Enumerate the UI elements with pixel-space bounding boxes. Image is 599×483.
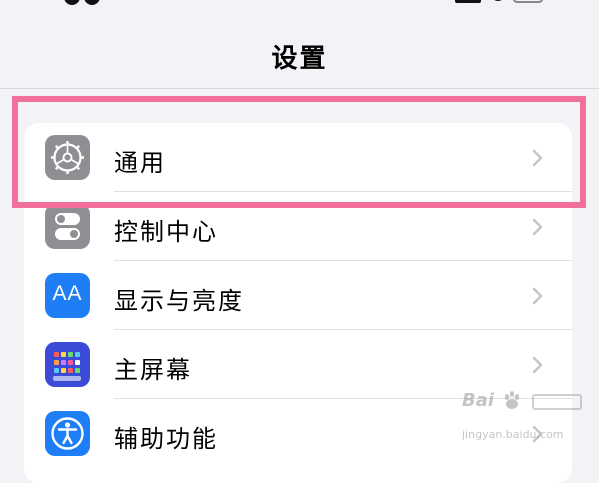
text-size-icon: AA bbox=[45, 273, 90, 318]
paw-logo-icon bbox=[504, 391, 520, 409]
signal-icon bbox=[455, 0, 481, 3]
chevron-right-icon bbox=[532, 218, 543, 236]
settings-row-label: 显示与亮度 bbox=[114, 287, 244, 315]
chevron-right-icon bbox=[532, 356, 543, 374]
watermark-brand: Bai bbox=[462, 390, 495, 411]
highlight-box bbox=[12, 96, 586, 208]
page-title: 设置 bbox=[271, 44, 328, 74]
status-time bbox=[64, 0, 134, 5]
toggle-icon bbox=[45, 204, 90, 249]
nav-divider bbox=[0, 88, 599, 89]
wifi-icon bbox=[491, 0, 505, 1]
settings-row-label: 控制中心 bbox=[114, 218, 218, 246]
settings-row-display-brightness[interactable]: AA 显示与亮度 bbox=[24, 261, 572, 330]
status-bar bbox=[0, 0, 599, 10]
settings-row-label: 辅助功能 bbox=[114, 425, 218, 453]
watermark: Bai jingyan.baidu.com bbox=[462, 388, 594, 454]
accessibility-icon bbox=[45, 411, 90, 456]
watermark-jingyan-mark bbox=[532, 394, 582, 410]
watermark-url: jingyan.baidu.com bbox=[462, 428, 564, 441]
battery-icon bbox=[513, 0, 543, 3]
settings-row-label: 主屏幕 bbox=[114, 356, 192, 384]
text-size-glyph: AA bbox=[52, 282, 83, 305]
chevron-right-icon bbox=[532, 287, 543, 305]
home-grid-icon bbox=[45, 342, 90, 387]
status-icons bbox=[455, 0, 555, 4]
